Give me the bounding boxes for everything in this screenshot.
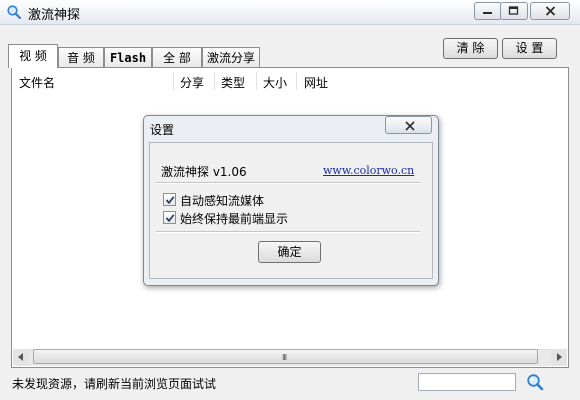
column-header-share[interactable]: 分享 [180, 74, 204, 91]
ok-button[interactable]: 确定 [258, 241, 321, 263]
close-button[interactable] [530, 2, 570, 20]
column-header-url[interactable]: 网址 [304, 74, 328, 91]
tab-flash[interactable]: Flash [104, 47, 152, 67]
column-header-type[interactable]: 类型 [221, 74, 245, 91]
scroll-left-button[interactable] [13, 349, 29, 365]
search-input[interactable] [418, 373, 516, 391]
column-divider [296, 72, 297, 90]
column-header-size[interactable]: 大小 [263, 74, 287, 91]
app-version-label: 激流神探 v1.06 [161, 165, 247, 179]
checkmark-icon [165, 196, 175, 205]
dialog-close-button[interactable] [385, 116, 432, 134]
always-on-top-label[interactable]: 始终保持最前端显示 [180, 210, 288, 227]
arrow-right-icon [557, 353, 562, 361]
always-on-top-checkbox[interactable] [163, 211, 176, 224]
app-search-icon [7, 5, 22, 20]
dialog-divider [156, 231, 420, 233]
dialog-title: 设置 [150, 123, 175, 137]
dialog-divider [156, 182, 420, 184]
search-icon[interactable] [526, 373, 544, 394]
maximize-icon [508, 6, 519, 15]
column-header-filename[interactable]: 文件名 [19, 74, 55, 91]
arrow-left-icon [18, 353, 23, 361]
tab-all[interactable]: 全 部 [152, 47, 202, 67]
close-icon [405, 121, 415, 131]
column-divider [256, 72, 257, 90]
minimize-button[interactable] [474, 2, 502, 20]
settings-button[interactable]: 设 置 [502, 38, 557, 59]
auto-detect-label[interactable]: 自动感知流媒体 [180, 192, 264, 209]
checkmark-icon [165, 214, 175, 223]
website-link[interactable]: www.colorwo.cn [323, 164, 414, 177]
column-divider [173, 72, 174, 90]
window-title: 激流神探 [28, 8, 81, 23]
tab-audio[interactable]: 音 频 [58, 47, 104, 67]
scroll-right-button[interactable] [551, 349, 567, 365]
column-divider [214, 72, 215, 90]
minimize-icon [483, 12, 492, 14]
auto-detect-checkbox[interactable] [163, 193, 176, 206]
status-message: 未发现资源，请刷新当前浏览页面试试 [12, 377, 217, 391]
tab-share[interactable]: 激流分享 [202, 47, 260, 67]
close-icon [545, 6, 556, 16]
scrollbar-grip: III [282, 353, 287, 362]
maximize-button[interactable] [500, 2, 528, 20]
tab-video[interactable]: 视 频 [8, 44, 58, 68]
clear-button[interactable]: 清 除 [443, 38, 498, 59]
